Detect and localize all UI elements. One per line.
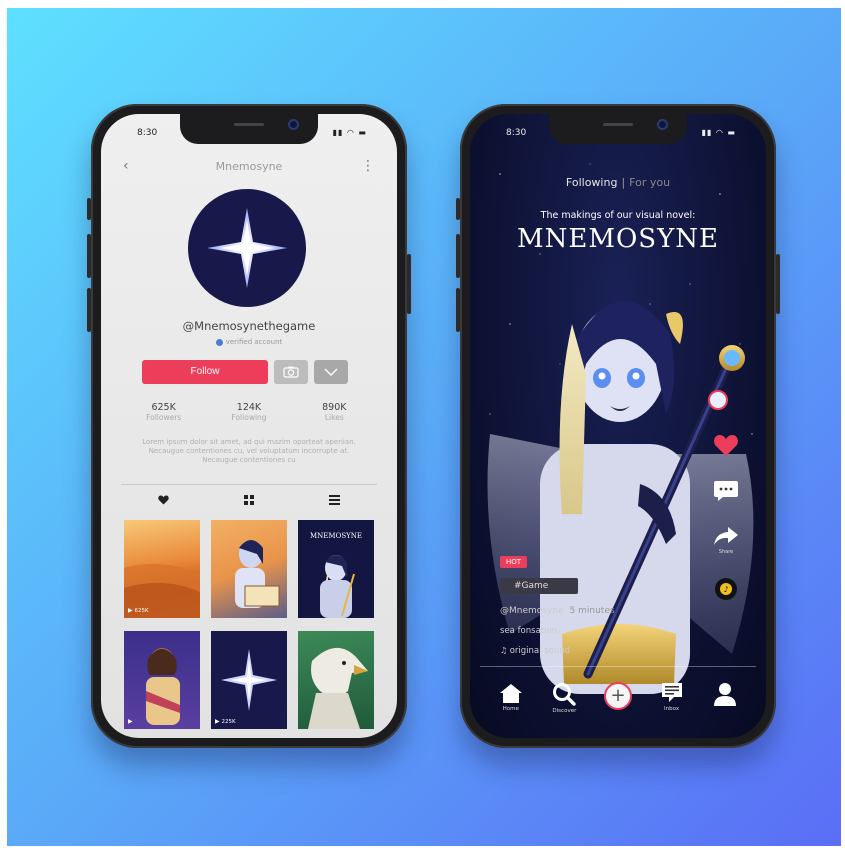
hot-badge: HOT xyxy=(500,556,528,568)
phone-profile: 8:30 ▮▮ ◠ ▬ ‹ Mnemosyne ⋮ @Mnemosynetheg… xyxy=(87,104,411,748)
svg-text:MNEMOSYNE: MNEMOSYNE xyxy=(310,532,362,540)
like-button[interactable] xyxy=(713,434,739,457)
phone-feed: 8:30 ▮▮ ◠ ▬ Following | For you The making… xyxy=(456,104,780,748)
action-rail: Share ♪ xyxy=(706,434,746,601)
page-title: Mnemosyne xyxy=(215,160,283,173)
profile-tabs xyxy=(121,492,377,508)
view-count: 625K xyxy=(128,607,149,614)
video-grid: 625K MNEMOSYNE 225K xyxy=(124,520,376,729)
star-logo-icon xyxy=(207,208,287,288)
nav-home[interactable]: Home xyxy=(491,682,531,714)
status-time: 8:30 xyxy=(137,128,158,138)
bottom-nav: Home Discover + Inbox xyxy=(470,682,766,714)
status-icons: ▮▮ ◠ ▬ xyxy=(701,128,736,137)
nav-discover[interactable]: Discover xyxy=(544,682,584,714)
profile-handle: @Mnemosynethegame xyxy=(182,319,316,333)
share-icon xyxy=(714,527,738,545)
music-disc-icon: ♪ xyxy=(715,578,737,600)
share-button[interactable]: Share xyxy=(713,525,739,555)
stat-following[interactable]: 124K Following xyxy=(209,402,289,422)
sound-name[interactable]: original sound xyxy=(500,646,570,656)
nav-profile[interactable] xyxy=(705,682,745,714)
verified-badge: verified account xyxy=(101,338,397,346)
dropdown-button[interactable] xyxy=(314,360,348,384)
video-thumb[interactable] xyxy=(211,520,287,618)
tab-grid[interactable] xyxy=(219,492,279,508)
stat-followers[interactable]: 625K Followers xyxy=(124,402,204,422)
view-count xyxy=(128,718,133,725)
status-icons: ▮▮ ◠ ▬ xyxy=(332,128,367,137)
profile-stats: 625K Followers 124K Following 890K Likes xyxy=(121,402,377,422)
profile-screen: 8:30 ▮▮ ◠ ▬ ‹ Mnemosyne ⋮ @Mnemosynetheg… xyxy=(101,114,397,738)
tab-list[interactable] xyxy=(304,492,364,508)
share-label: Share xyxy=(718,549,734,555)
comment-icon xyxy=(714,481,738,501)
list-icon xyxy=(328,495,340,505)
avatar[interactable] xyxy=(188,189,306,307)
profile-icon xyxy=(714,683,737,706)
post-author[interactable]: @Mnemosyne 5 minutes xyxy=(500,606,615,616)
video-thumb[interactable]: 225K xyxy=(211,631,287,729)
video-thumb[interactable]: 625K xyxy=(124,520,200,618)
follow-button[interactable]: Follow xyxy=(142,360,268,384)
grid-icon xyxy=(243,495,254,505)
nav-inbox[interactable]: Inbox xyxy=(652,682,692,714)
video-thumb[interactable]: MNEMOSYNE xyxy=(298,520,374,618)
profile-bio: Lorem ipsum dolor sit amet, ad qui mazim… xyxy=(142,438,356,464)
divider xyxy=(480,666,756,667)
comment-button[interactable] xyxy=(713,479,739,503)
video-thumb[interactable] xyxy=(298,631,374,729)
search-icon xyxy=(553,683,577,706)
more-options-icon[interactable]: ⋮ xyxy=(361,158,375,174)
plus-icon: + xyxy=(603,682,632,710)
view-count: 225K xyxy=(215,718,236,725)
heart-icon xyxy=(158,495,169,505)
background-canvas: 8:30 ▮▮ ◠ ▬ ‹ Mnemosyne ⋮ @Mnemosynetheg… xyxy=(7,8,841,846)
feed-screen: 8:30 ▮▮ ◠ ▬ Following | For you The making… xyxy=(470,114,766,738)
inbox-icon xyxy=(661,683,682,702)
camera-button[interactable] xyxy=(274,360,308,384)
home-icon xyxy=(499,684,522,703)
camera-icon xyxy=(283,366,299,378)
post-caption: sea fonsation xyxy=(500,626,558,636)
sound-disc[interactable]: ♪ xyxy=(714,577,738,601)
stat-likes[interactable]: 890K Likes xyxy=(294,402,374,422)
post-time: 5 minutes xyxy=(569,606,615,616)
chevron-down-icon xyxy=(324,368,338,376)
nav-create[interactable]: + xyxy=(598,682,638,714)
svg-text:♪: ♪ xyxy=(723,585,728,594)
hashtag-chip[interactable]: #Game xyxy=(500,578,578,594)
tab-liked[interactable] xyxy=(134,492,194,508)
status-time: 8:30 xyxy=(506,128,527,138)
video-thumb[interactable] xyxy=(124,631,200,729)
character-artwork xyxy=(487,301,754,694)
heart-icon xyxy=(714,435,738,456)
divider xyxy=(121,484,377,485)
